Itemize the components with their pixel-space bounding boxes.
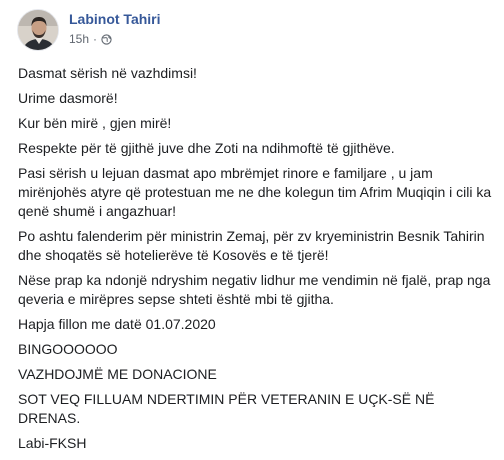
- facebook-post: Labinot Tahiri 15h · Dasmat sërish në va…: [0, 0, 504, 460]
- author-name[interactable]: Labinot Tahiri: [69, 11, 161, 27]
- post-paragraph: Pasi sërish u lejuan dasmat apo mbrëmjet…: [18, 165, 492, 219]
- post-timestamp[interactable]: 15h: [69, 32, 89, 46]
- post-paragraph: SOT VEQ FILLUAM NDERTIMIN PËR VETERANIN …: [18, 391, 435, 426]
- avatar-image: [18, 10, 58, 50]
- post-meta: 15h ·: [69, 31, 112, 47]
- post-paragraph: Kur bën mirë , gjen mirë!: [18, 115, 172, 131]
- post-paragraph: BINGOOOOOO: [18, 341, 118, 357]
- post-paragraph: Dasmat sërish në vazhdimsi!: [18, 65, 197, 81]
- post-paragraph: Po ashtu falenderim për ministrin Zemaj,…: [18, 228, 485, 263]
- post-paragraph: Nëse prap ka ndonjë ndryshim negativ lid…: [18, 272, 491, 307]
- post-body: Dasmat sërish në vazhdimsi! Urime dasmor…: [18, 64, 494, 459]
- meta-separator: ·: [93, 32, 98, 46]
- post-paragraph: Urime dasmorë!: [18, 90, 118, 106]
- author-avatar[interactable]: [17, 9, 59, 51]
- post-paragraph: VAZHDOJMË ME DONACIONE: [18, 366, 217, 382]
- post-header: Labinot Tahiri 15h ·: [17, 5, 487, 55]
- post-paragraph: Respekte për të gjithë juve dhe Zoti na …: [18, 140, 395, 156]
- post-paragraph: Labi-FKSH: [18, 435, 87, 451]
- post-paragraph: Hapja fillon me datë 01.07.2020: [18, 316, 216, 332]
- globe-icon[interactable]: [101, 33, 112, 45]
